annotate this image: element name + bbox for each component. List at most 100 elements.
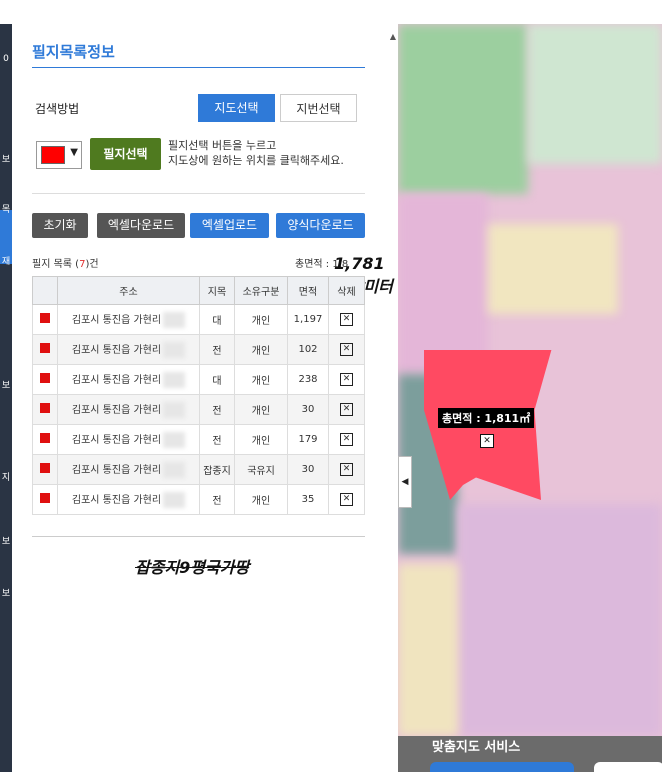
parcel-select-button[interactable]: 필지선택 <box>90 138 161 170</box>
chevron-left-icon[interactable]: ◀ <box>398 456 412 508</box>
row-owner: 개인 <box>234 484 288 515</box>
table-row: 김포시 통진읍 가현리 잡종지 국유지 30 ✕ <box>32 454 365 485</box>
row-area: 30 <box>287 394 329 425</box>
reset-button[interactable]: 초기화 <box>32 213 88 238</box>
row-delete-cell: ✕ <box>328 454 365 485</box>
row-address: 김포시 통진읍 가현리 <box>71 435 162 446</box>
row-jimok: 전 <box>199 334 235 365</box>
row-address: 김포시 통진읍 가현리 <box>71 315 162 326</box>
table-row: 김포시 통진읍 가현리 대 개인 1,197 ✕ <box>32 304 365 335</box>
map-select-tab[interactable]: 지도선택 <box>198 94 275 122</box>
parcel-color-swatch <box>40 403 50 413</box>
delete-icon[interactable]: ✕ <box>340 343 353 356</box>
delete-icon[interactable]: ✕ <box>340 403 353 416</box>
col-color <box>32 276 58 305</box>
parcel-table: 주소 지목 소유구분 면적 삭제 김포시 통진읍 가현리 대 개인 1,197 ✕ 김포시… <box>32 276 365 515</box>
delete-icon[interactable]: ✕ <box>340 433 353 446</box>
template-download-button[interactable]: 양식다운로드 <box>276 213 365 238</box>
row-color-cell <box>32 364 58 395</box>
left-nav-tab-8[interactable]: 보 <box>0 586 12 599</box>
left-nav-tab-5[interactable]: 보 <box>0 378 12 391</box>
left-nav-tab-6[interactable]: 지 <box>0 470 12 483</box>
left-nav-tab-2[interactable]: 보 <box>0 152 12 165</box>
row-owner: 국유지 <box>234 454 288 485</box>
parcel-count: 필지 목록 (7)건 <box>32 259 99 270</box>
table-row: 김포시 통진읍 가현리 전 개인 102 ✕ <box>32 334 365 365</box>
row-address: 김포시 통진읍 가현리 <box>71 405 162 416</box>
parcel-color-swatch <box>40 493 50 503</box>
address-redacted <box>163 312 186 328</box>
parcel-color-swatch <box>40 343 50 353</box>
lot-select-tab[interactable]: 지번선택 <box>280 94 357 122</box>
scroll-up-icon[interactable]: ▲ <box>390 32 396 41</box>
delete-icon[interactable]: ✕ <box>340 493 353 506</box>
map-region <box>398 564 458 736</box>
divider <box>32 193 365 194</box>
row-address-cell: 김포시 통진읍 가현리 <box>57 394 200 425</box>
table-row: 김포시 통진읍 가현리 전 개인 179 ✕ <box>32 424 365 455</box>
hint-line-2: 지도상에 원하는 위치를 클릭해주세요. <box>168 154 344 167</box>
left-nav-tab-1[interactable]: 0 <box>0 54 12 64</box>
row-jimok: 전 <box>199 394 235 425</box>
select-hint: 필지선택 버튼을 누르고 지도상에 원하는 위치를 클릭해주세요. <box>168 138 344 168</box>
col-delete: 삭제 <box>328 276 365 305</box>
row-area: 179 <box>287 424 329 455</box>
row-delete-cell: ✕ <box>328 394 365 425</box>
panel-title: 필지목록정보 <box>32 43 115 61</box>
parcel-list-panel: ▲ 필지목록정보 검색방법 지도선택 지번선택 ▼ 필지선택 필지선택 버튼을 … <box>12 24 398 772</box>
map-region <box>398 24 528 194</box>
hint-line-1: 필지선택 버튼을 누르고 <box>168 139 277 152</box>
custom-map-service[interactable]: 맞춤지도 서비스 <box>398 736 662 772</box>
map-area-label: 총면적 : 1,811㎡ <box>438 408 535 428</box>
row-area: 35 <box>287 484 329 515</box>
col-area: 면적 <box>287 276 329 305</box>
row-delete-cell: ✕ <box>328 424 365 455</box>
divider <box>32 536 365 537</box>
row-jimok: 전 <box>199 484 235 515</box>
dropdown-arrow-icon: ▼ <box>70 147 78 158</box>
handwritten-note: 잡종지9평국가땅 <box>135 558 250 577</box>
delete-icon[interactable]: ✕ <box>340 373 353 386</box>
row-jimok: 전 <box>199 424 235 455</box>
row-owner: 개인 <box>234 424 288 455</box>
parcel-color-swatch <box>40 463 50 473</box>
parcel-color-swatch <box>40 433 50 443</box>
address-redacted <box>163 402 186 418</box>
service-button-secondary[interactable] <box>594 762 662 772</box>
row-owner: 개인 <box>234 304 288 335</box>
row-address-cell: 김포시 통진읍 가현리 <box>57 364 200 395</box>
row-jimok: 잡종지 <box>199 454 235 485</box>
color-picker[interactable]: ▼ <box>36 141 82 169</box>
address-redacted <box>163 372 186 388</box>
row-jimok: 대 <box>199 364 235 395</box>
row-address-cell: 김포시 통진읍 가현리 <box>57 304 200 335</box>
row-address-cell: 김포시 통진읍 가현리 <box>57 484 200 515</box>
row-area: 238 <box>287 364 329 395</box>
left-nav-tab-4[interactable]: 재 <box>0 254 12 267</box>
address-redacted <box>163 342 186 358</box>
excel-download-button[interactable]: 엑셀다운로드 <box>97 213 185 238</box>
service-label: 맞춤지도 서비스 <box>432 740 521 755</box>
left-nav-tab-7[interactable]: 보 <box>0 534 12 547</box>
row-area: 102 <box>287 334 329 365</box>
row-color-cell <box>32 394 58 425</box>
address-redacted <box>163 492 186 508</box>
row-delete-cell: ✕ <box>328 484 365 515</box>
left-nav-tab-3[interactable]: 목 <box>0 202 12 215</box>
map-region <box>398 194 488 374</box>
row-color-cell <box>32 334 58 365</box>
excel-upload-button[interactable]: 엑셀업로드 <box>190 213 269 238</box>
parcel-color-swatch <box>40 373 50 383</box>
col-address: 주소 <box>57 276 200 305</box>
delete-icon[interactable]: ✕ <box>340 463 353 476</box>
map-view[interactable]: 총면적 : 1,811㎡ ✕ ◀ 맞춤지도 서비스 <box>398 24 662 772</box>
row-address: 김포시 통진읍 가현리 <box>71 345 162 356</box>
row-color-cell <box>32 304 58 335</box>
map-region <box>488 224 618 314</box>
delete-icon[interactable]: ✕ <box>340 313 353 326</box>
service-button-primary[interactable] <box>430 762 574 772</box>
map-close-icon[interactable]: ✕ <box>480 434 494 448</box>
row-address: 김포시 통진읍 가현리 <box>71 465 162 476</box>
map-region <box>528 24 662 164</box>
address-redacted <box>163 462 186 478</box>
